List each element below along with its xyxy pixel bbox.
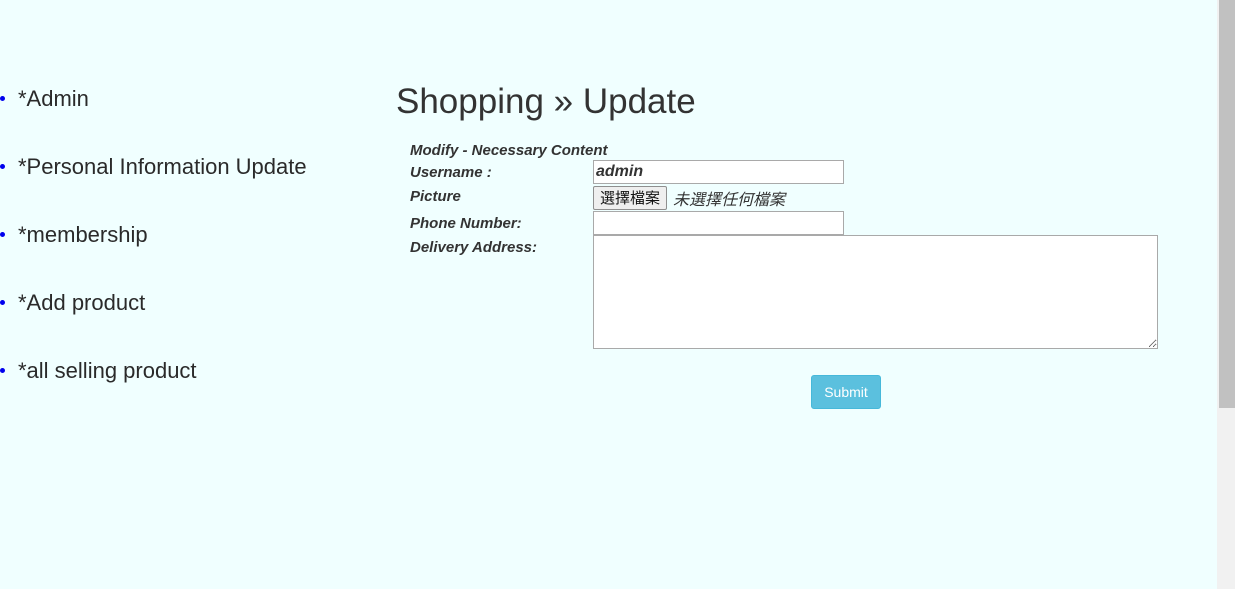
phone-input[interactable] (593, 211, 844, 235)
main-content: Shopping » Update Modify - Necessary Con… (396, 78, 1196, 415)
sidebar-item-personal-information-update[interactable]: *Personal Information Update (0, 148, 380, 216)
sidebar-item-membership[interactable]: *membership (0, 216, 380, 284)
file-picker: 選擇檔案 未選擇任何檔案 (593, 184, 785, 211)
sidebar-item-label: *Add product (18, 290, 146, 315)
picture-row: Picture 選擇檔案 未選擇任何檔案 (410, 184, 1196, 211)
bullet-icon (0, 300, 5, 305)
sidebar-item-label: *all selling product (18, 358, 197, 383)
bullet-icon (0, 232, 5, 237)
file-status-text: 未選擇任何檔案 (673, 191, 786, 209)
sidebar-item-admin[interactable]: *Admin (0, 80, 380, 148)
scrollbar-thumb[interactable] (1219, 0, 1235, 408)
choose-file-button[interactable]: 選擇檔案 (593, 185, 668, 210)
phone-label: Phone Number: (410, 215, 522, 232)
username-input[interactable] (593, 160, 844, 184)
page: *Admin *Personal Information Update *mem… (0, 0, 1235, 589)
page-title: Shopping » Update (396, 82, 696, 121)
picture-label: Picture (410, 188, 461, 205)
vertical-scrollbar[interactable] (1217, 0, 1235, 589)
bullet-icon (0, 96, 5, 101)
sidebar-item-label: *Personal Information Update (18, 154, 307, 179)
submit-button[interactable]: Submit (811, 375, 881, 409)
sidebar-item-label: *membership (18, 222, 148, 247)
bullet-icon (0, 368, 5, 373)
sidebar-item-label: *Admin (18, 86, 89, 111)
form-caption: Modify - Necessary Content (410, 142, 608, 159)
sidebar-item-add-product[interactable]: *Add product (0, 284, 380, 352)
phone-row: Phone Number: (410, 211, 1196, 235)
username-row: Username : (410, 160, 1196, 184)
sidebar-item-all-selling-product[interactable]: *all selling product (0, 352, 380, 420)
address-textarea[interactable] (593, 235, 1158, 349)
address-label: Delivery Address: (410, 239, 538, 256)
submit-row: Submit (410, 375, 1196, 415)
bullet-icon (0, 164, 5, 169)
sidebar-nav: *Admin *Personal Information Update *mem… (0, 80, 380, 420)
address-row: Delivery Address: (410, 235, 1196, 349)
username-label: Username : (410, 164, 492, 181)
update-form: Modify - Necessary Content Username : Pi… (410, 142, 1196, 415)
